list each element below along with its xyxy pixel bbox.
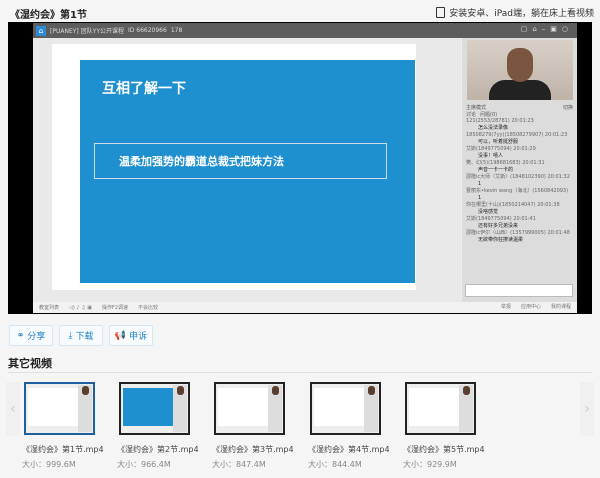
chat-message: 还有好多兄弟没来 (478, 223, 519, 229)
speed-button[interactable]: 操作F2调速 (102, 304, 128, 311)
download-icon: ⤓ (68, 330, 73, 341)
chat-meta: 邵隆ic大师（艾斯）(1848102390) 20:01:32 (466, 174, 570, 180)
video-thumbnail[interactable] (24, 382, 95, 435)
slide-box: 温柔加强势的霸道总裁式把妹方法 (94, 143, 387, 179)
prev-arrow-icon[interactable]: ‹ (6, 382, 20, 436)
page-title: 《湿约会》第1节 (10, 10, 87, 21)
viewer-count: 178 (170, 27, 183, 34)
chat-meta: 曹丽东•kevin wang（海北）(1560842093) (466, 188, 569, 194)
chat-input[interactable] (465, 284, 573, 297)
player-toolbar: 教室列表 ◁) ♪ ♫ ▣ 操作F2调速 不会比较 (33, 302, 577, 313)
audio-controls-icon[interactable]: ◁) ♪ ♫ ▣ (69, 305, 92, 311)
video-thumbnail[interactable] (214, 382, 285, 435)
video-name[interactable]: 《湿约会》第4节.mp4 (308, 444, 390, 455)
video-thumbnail[interactable] (310, 382, 381, 435)
slide-stage: 互相了解一下 温柔加强势的霸道总裁式把妹方法 (33, 38, 461, 302)
slide: 互相了解一下 温柔加强势的霸道总裁式把妹方法 (52, 44, 416, 290)
chat-message: 怎么没法录像 (478, 125, 509, 131)
chat-list: 121(2553/28781) 20:01:23 怎么没法录像 18508279(7… (466, 118, 574, 278)
video-size: 大小：844.4M (308, 460, 362, 469)
chat-meta: 艾斯(1849775094) 20:01:29 (466, 146, 536, 152)
room-id: ID 66620966 (127, 27, 167, 34)
video-name[interactable]: 《湿约会》第3节.mp4 (212, 444, 294, 455)
my-courses-link[interactable]: 我的课程 (551, 303, 571, 310)
mode-label: 主席模式 (466, 105, 487, 111)
webcam-view (467, 40, 573, 100)
megaphone-icon: 📢 (114, 330, 127, 341)
chat-meta: 18508279(7yy)(18508279907) 20:01:23 (466, 132, 568, 138)
video-size: 大小：999.6M (22, 460, 76, 469)
video-thumbnail[interactable] (405, 382, 476, 435)
presenter-face (507, 48, 533, 82)
chat-message: 声音一卡一卡的 (478, 167, 514, 173)
player-toolbar-right: 举报 应用中心 我的课程 (501, 303, 571, 310)
download-label: 下载 (75, 332, 94, 342)
classroom-list-button[interactable]: 教室列表 (39, 304, 59, 311)
chat-meta: 邵隆ic伊尔（山西）(1357999005) 20:01:48 (466, 230, 570, 236)
report-button[interactable]: 📢 申诉 (109, 325, 153, 346)
video-size: 大小：847.4M (212, 460, 266, 469)
slide-heading: 互相了解一下 (102, 81, 186, 97)
download-button[interactable]: ⤓ 下载 (59, 325, 103, 346)
side-panel: 主席模式 切换 讨论 问题(0) 121(2553/28781) 20:01:2… (462, 38, 577, 302)
presenter-body (489, 80, 551, 100)
divider (8, 372, 592, 373)
chat-message: 可以，听着挺舒服 (478, 139, 519, 145)
tab-discussion[interactable]: 讨论 (466, 111, 476, 118)
video-frame: ⌂ [PUANEY] 团队YY公开课程 ID 66620966 178 ▢⌂–▣… (33, 23, 577, 313)
compare-button[interactable]: 不会比较 (138, 304, 158, 311)
window-controls-icon: ▢⌂–▣○ (520, 25, 573, 33)
video-name[interactable]: 《湿约会》第2节.mp4 (117, 444, 199, 455)
video-name[interactable]: 《湿约会》第5节.mp4 (403, 444, 485, 455)
video-size: 大小：929.9M (403, 460, 457, 469)
slide-content: 互相了解一下 温柔加强势的霸道总裁式把妹方法 (80, 60, 415, 283)
video-name[interactable]: 《湿约会》第1节.mp4 (22, 444, 104, 455)
home-icon: ⌂ (36, 25, 46, 36)
chat-message: 无欲带你狂撩读温柔 (478, 237, 524, 243)
share-icon: ⚭ (16, 330, 25, 341)
install-app-link[interactable]: 安装安卓、iPad端，躺在床上看视频 (436, 6, 594, 19)
app-center-link[interactable]: 应用中心 (521, 303, 541, 310)
share-button[interactable]: ⚭ 分享 (9, 325, 53, 346)
chat-meta: 你在哪里(十山)(1850214047) 20:01:38 (466, 202, 560, 208)
install-text: 安装安卓、iPad端，躺在床上看视频 (449, 9, 594, 19)
chat-meta: 121(2553/28781) 20:01:23 (466, 118, 534, 124)
report-link[interactable]: 举报 (501, 303, 511, 310)
video-player[interactable]: ⌂ [PUANEY] 团队YY公开课程 ID 66620966 178 ▢⌂–▣… (8, 22, 592, 314)
app-title-bar: ⌂ [PUANEY] 团队YY公开课程 ID 66620966 178 (33, 23, 577, 38)
chat-message: 没啥感觉 (478, 209, 499, 215)
mode-switch[interactable]: 切换 (563, 104, 573, 111)
report-label: 申诉 (129, 332, 148, 342)
tab-questions[interactable]: 问题(0) (480, 111, 497, 118)
next-arrow-icon[interactable]: › (580, 382, 594, 436)
other-videos-heading: 其它视频 (8, 357, 52, 370)
video-thumbnail[interactable] (119, 382, 190, 435)
share-label: 分享 (27, 332, 46, 342)
tablet-icon (436, 7, 446, 18)
app-title: [PUANEY] 团队YY公开课程 (50, 28, 124, 35)
chat-message: 1 (478, 195, 482, 201)
chat-message: 没事！嘻人 (478, 153, 504, 159)
chat-meta: 樊、幻(5)(198681683) 20:01:31 (466, 160, 545, 166)
chat-meta: 艾斯(1849775094) 20:01:41 (466, 216, 536, 222)
video-size: 大小：966.4M (117, 460, 171, 469)
chat-message: 1 (478, 181, 482, 187)
